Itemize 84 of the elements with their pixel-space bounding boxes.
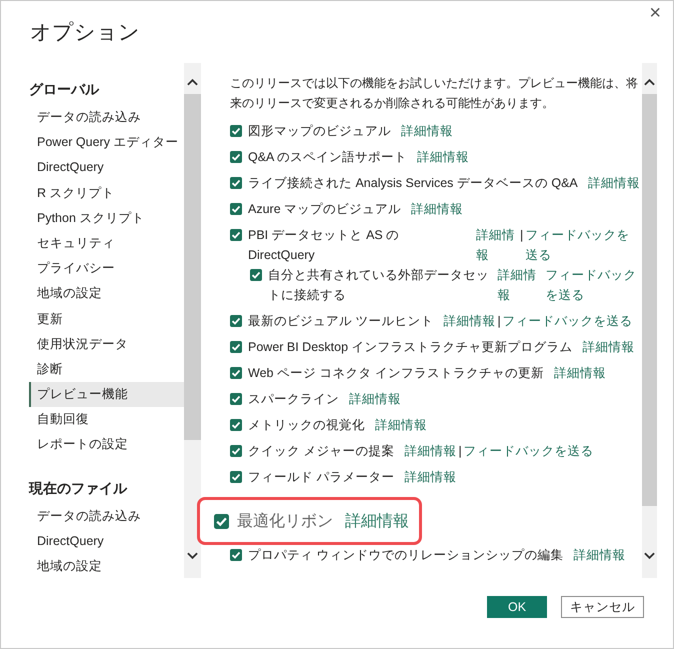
- sidebar-item[interactable]: 使用状況データ: [29, 332, 184, 357]
- scroll-down-icon[interactable]: [187, 552, 198, 560]
- close-button[interactable]: ×: [645, 2, 665, 25]
- learn-more-link[interactable]: 詳細情報: [476, 225, 518, 265]
- feature-label: 最新のビジュアル ツールヒント: [248, 313, 434, 330]
- feedback-link[interactable]: フィードバックを送る: [546, 265, 642, 305]
- feature-label: メトリックの視覚化: [248, 417, 365, 434]
- learn-more-link[interactable]: 詳細情報: [411, 199, 464, 219]
- feature-label: Q&A のスペイン語サポート: [248, 149, 408, 166]
- feature-label: プロパティ ウィンドウでのリレーションシップの編集: [248, 547, 564, 564]
- checkbox[interactable]: [230, 151, 242, 163]
- feature-label: スパークライン: [248, 391, 339, 408]
- learn-more-link[interactable]: 詳細情報: [573, 545, 626, 565]
- feedback-link[interactable]: フィードバックを送る: [502, 311, 633, 331]
- sidebar-item[interactable]: レポートの設定: [29, 432, 184, 458]
- sidebar-item[interactable]: DirectQuery: [29, 155, 184, 181]
- sidebar-item[interactable]: DirectQuery: [29, 528, 184, 554]
- separator: |: [520, 227, 524, 244]
- learn-more-link[interactable]: 詳細情報: [554, 363, 606, 383]
- scroll-up-icon[interactable]: [187, 78, 198, 86]
- section-heading: グローバル: [29, 80, 100, 99]
- scroll-down-icon[interactable]: [644, 552, 655, 560]
- feature-label: Web ページ コネクタ インフラストラクチャの更新: [248, 365, 544, 382]
- feature-label: ライブ接続された Analysis Services データベースの Q&A: [248, 175, 578, 192]
- learn-more-link[interactable]: 詳細情報: [404, 467, 456, 487]
- learn-more-link[interactable]: 詳細情報: [345, 510, 409, 532]
- sidebar-item[interactable]: セキュリティ: [29, 230, 184, 256]
- section-heading: 現在のファイル: [29, 478, 128, 498]
- checkbox[interactable]: [230, 549, 242, 561]
- sidebar-item[interactable]: R スクリプト: [29, 180, 184, 206]
- checkbox[interactable]: [230, 177, 242, 189]
- cancel-button[interactable]: キャンセル: [561, 596, 644, 618]
- sidebar-item[interactable]: プレビュー機能: [29, 382, 184, 408]
- feature-label: Azure マップのビジュアル: [248, 201, 402, 218]
- sidebar-item[interactable]: データの読み込み: [29, 105, 184, 130]
- checkbox[interactable]: [230, 203, 242, 215]
- learn-more-link[interactable]: 詳細情報: [375, 415, 427, 435]
- feature-label: フィールド パラメーター: [248, 469, 394, 486]
- checkbox[interactable]: [230, 445, 242, 457]
- feedback-link[interactable]: フィードバックを送る: [464, 441, 594, 461]
- learn-more-link[interactable]: 詳細情報: [404, 441, 456, 461]
- feedback-link[interactable]: フィードバックを送る: [525, 225, 642, 265]
- scrollbar[interactable]: [184, 63, 201, 578]
- checkbox[interactable]: [230, 471, 242, 483]
- feature-label: 図形マップのビジュアル: [248, 123, 391, 140]
- separator: |: [458, 443, 462, 460]
- learn-more-link[interactable]: 詳細情報: [497, 265, 538, 305]
- separator: |: [497, 313, 501, 330]
- sidebar-item[interactable]: 診断: [29, 356, 184, 382]
- checkbox[interactable]: [230, 393, 242, 405]
- checkbox[interactable]: [214, 514, 229, 528]
- feature-label: クイック メジャーの提案: [248, 443, 394, 460]
- feature-label: 自分と共有されている外部データセットに接続する: [268, 267, 490, 304]
- checkbox[interactable]: [230, 315, 242, 327]
- checkbox[interactable]: [230, 341, 242, 353]
- sidebar-item[interactable]: 地域の設定: [29, 281, 184, 306]
- ok-button[interactable]: OK: [487, 596, 547, 618]
- sidebar-item[interactable]: 自動回復: [29, 407, 184, 432]
- sidebar-item[interactable]: データの読み込み: [29, 504, 184, 529]
- sidebar-item[interactable]: Power Query エディター: [29, 130, 184, 156]
- feature-label: PBI データセットと AS の DirectQuery: [248, 227, 400, 264]
- feature-label: Power BI Desktop インフラストラクチャ更新プログラム: [248, 339, 573, 356]
- checkbox[interactable]: [230, 367, 242, 379]
- scroll-up-icon[interactable]: [644, 78, 655, 86]
- scrollbar-thumb[interactable]: [184, 94, 201, 440]
- scrollbar[interactable]: [642, 63, 657, 578]
- checkbox[interactable]: [230, 419, 242, 431]
- learn-more-link[interactable]: 詳細情報: [349, 389, 401, 409]
- window-title: オプション: [30, 20, 140, 46]
- learn-more-link[interactable]: 詳細情報: [401, 121, 453, 141]
- sidebar-item[interactable]: Python スクリプト: [29, 206, 184, 231]
- sidebar-item[interactable]: 地域の設定: [29, 554, 184, 578]
- feature-label: 最適化リボン: [237, 512, 333, 532]
- sidebar-item[interactable]: プライバシー: [29, 256, 184, 282]
- checkbox[interactable]: [230, 229, 242, 241]
- learn-more-link[interactable]: 詳細情報: [443, 311, 496, 331]
- scrollbar-thumb[interactable]: [642, 94, 657, 506]
- intro-text: このリリースでは以下の機能をお試しいただけます。プレビュー機能は、将来のリリースで変更されるか削除される可能性があります。: [230, 75, 639, 112]
- learn-more-link[interactable]: 詳細情報: [417, 147, 470, 167]
- learn-more-link[interactable]: 詳細情報: [582, 337, 635, 357]
- checkbox[interactable]: [230, 125, 242, 137]
- learn-more-link[interactable]: 詳細情報: [588, 173, 640, 193]
- sidebar-item[interactable]: 更新: [29, 306, 184, 332]
- checkbox[interactable]: [250, 269, 262, 281]
